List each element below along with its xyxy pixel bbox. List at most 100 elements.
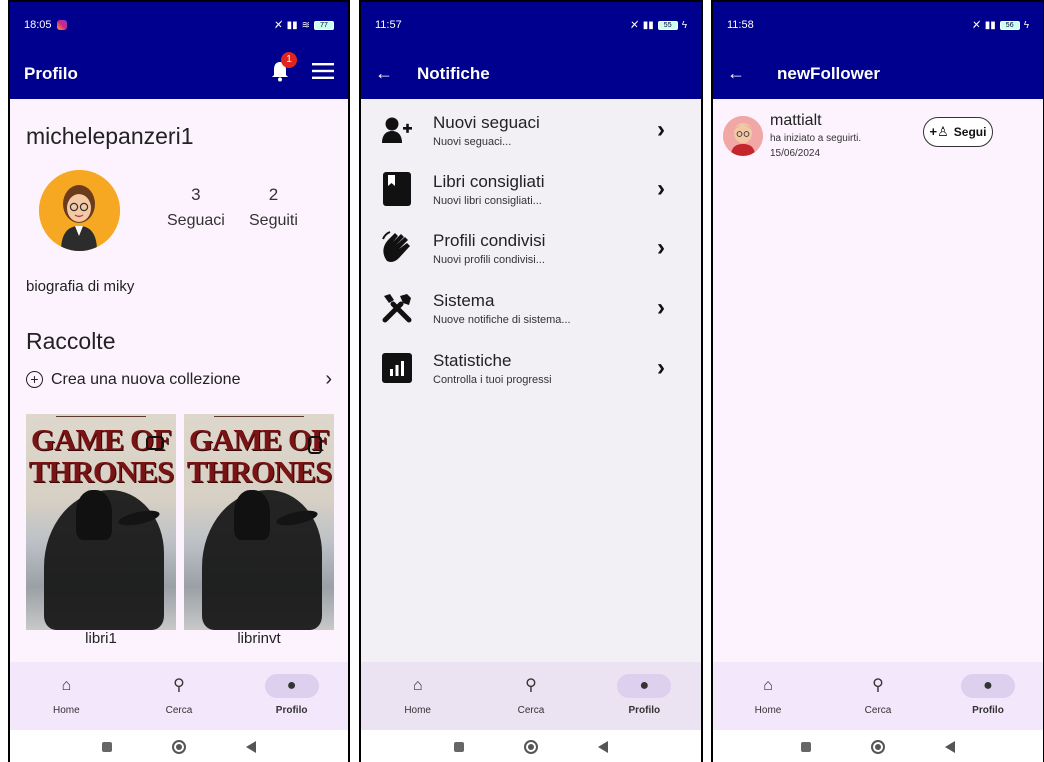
nav-home[interactable]: ⌂ Home [26,674,106,716]
follower-date: 15/06/2024 [770,148,821,159]
charging-icon: ϟ [1023,19,1029,31]
person-icon: ● [264,674,319,698]
person-icon: ● [617,674,672,698]
page-title: newFollower [777,63,880,83]
profile-username: michelepanzeri1 [26,123,194,149]
follower-list-item[interactable]: mattialt ha iniziato a seguirti. 15/06/2… [723,112,1033,166]
new-collection-button[interactable]: + Crea una nuova collezione › [26,368,332,391]
notification-subtitle: Controlla i tuoi progressi [433,373,552,386]
nav-home[interactable]: ⌂ Home [378,674,458,716]
nav-search[interactable]: ⚲ Cerca [491,674,571,716]
nav-profile[interactable]: ● Profilo [604,674,684,716]
wifi-icon: ≋ [301,19,310,31]
followers-label: Seguaci [167,212,225,229]
cover-title: GAME OF THRONES [28,422,175,489]
home-icon: ⌂ [412,677,423,694]
followers-count: 3 [191,185,201,204]
home-button[interactable] [172,740,186,754]
collection-name: libri1 [85,630,117,647]
notification-category-shared-profiles[interactable]: Profili condivisi Nuovi profili condivisi… [361,218,701,278]
system-navigation [713,730,1043,762]
back-arrow-icon[interactable]: ← [727,63,769,84]
signal-icon: ▮▮ [642,19,654,31]
notification-title: Nuovi seguaci [433,112,540,132]
notification-category-followers[interactable]: Nuovi seguaci Nuovi seguaci... › [361,100,701,160]
system-navigation [361,730,701,762]
profile-screen: 18:05 ✕̸ ▮▮ ≋ 77 Profilo 1 michelepanzer… [8,0,350,762]
following-count: 2 [268,185,279,204]
battery-icon: 55 [657,20,678,30]
cover-rider-figure [76,490,112,540]
bottom-navigation: ⌂ Home ⚲ Cerca ● Profilo [361,662,701,730]
nav-search-label: Cerca [864,705,892,716]
new-follower-screen: 11:58 ✕̸ ▮▮ 56 ϟ ← newFollower mattialt … [711,0,1044,762]
battery-icon: 56 [999,20,1020,30]
back-button[interactable] [246,741,256,753]
app-bar: ← Notifiche [361,48,701,99]
notifications-button[interactable]: 1 [270,52,297,87]
new-collection-label: Crea una nuova collezione [51,370,241,388]
notification-subtitle: Nuovi seguaci... [433,135,512,148]
status-icons: ✕̸ ▮▮ 55 ϟ [630,20,687,31]
nav-profile-label: Profilo [275,705,308,716]
follow-button[interactable]: +♙ Segui [923,117,993,147]
nav-search[interactable]: ⚲ Cerca [139,674,219,716]
followers-stat[interactable]: 3 Seguaci [167,185,225,230]
home-button[interactable] [524,740,538,754]
system-navigation [10,730,348,762]
avatar[interactable] [723,116,763,156]
avatar-woman-icon [39,170,120,251]
notification-subtitle: Nuove notifiche di sistema... [433,313,571,326]
profile-bio: biografia di miky [26,278,135,295]
following-stat[interactable]: 2 Seguiti [249,185,298,230]
nav-home[interactable]: ⌂ Home [728,674,808,716]
notification-subtitle: Nuovi libri consigliati... [433,194,542,207]
recents-button[interactable] [102,742,112,752]
nav-search-label: Cerca [165,705,193,716]
back-arrow-icon[interactable]: ← [375,63,417,84]
status-icons: ✕̸ ▮▮ 56 ϟ [972,20,1029,31]
notification-category-books[interactable]: Libri consigliati Nuovi libri consigliati… [361,159,701,219]
follow-button-label: Segui [953,125,987,139]
notification-title: Statistiche [433,350,512,370]
follower-message: ha iniziato a seguirti. [770,133,862,144]
nav-home-label: Home [754,705,782,716]
nav-profile-label: Profilo [972,705,1004,716]
home-button[interactable] [871,740,885,754]
nav-profile[interactable]: ● Profilo [948,674,1028,716]
collection-cover[interactable]: GAME OF THRONES [184,414,334,630]
follower-name: mattialt [770,112,822,129]
lock-icon [308,436,322,454]
recents-button[interactable] [801,742,811,752]
notification-category-statistics[interactable]: Statistiche Controlla i tuoi progressi › [361,338,701,398]
person-add-icon: +♙ [929,124,949,139]
nav-search-label: Cerca [517,705,545,716]
search-icon: ⚲ [872,677,884,694]
book-icon [361,172,433,206]
nav-profile-label: Profilo [628,705,661,716]
back-button[interactable] [598,741,608,753]
notification-title: Libri consigliati [433,171,545,191]
chevron-right-icon: › [657,234,665,261]
signal-icon: ▮▮ [286,19,298,31]
search-icon: ⚲ [173,677,185,694]
back-button[interactable] [945,741,955,753]
eye-icon [146,436,164,450]
menu-button[interactable] [312,63,334,84]
collections-title: Raccolte [26,328,116,354]
status-time: 18:05 [24,19,52,31]
notification-category-system[interactable]: Sistema Nuove notifiche di sistema... › [361,278,701,338]
notification-badge: 1 [281,52,297,68]
avatar-man-icon [723,116,763,156]
recents-button[interactable] [454,742,464,752]
avatar[interactable] [39,170,120,251]
nav-search[interactable]: ⚲ Cerca [838,674,918,716]
status-time: 11:57 [375,19,402,31]
collection-name: librinvt [237,630,281,647]
charging-icon: ϟ [681,19,687,31]
nav-profile[interactable]: ● Profilo [252,674,332,716]
person-icon: ● [961,674,1015,698]
collection-cover[interactable]: GAME OF THRONES [26,414,176,630]
notifications-screen: 11:57 ✕̸ ▮▮ 55 ϟ ← Notifiche Nuovi segua… [359,0,703,762]
bottom-navigation: ⌂ Home ⚲ Cerca ● Profilo [10,662,348,730]
